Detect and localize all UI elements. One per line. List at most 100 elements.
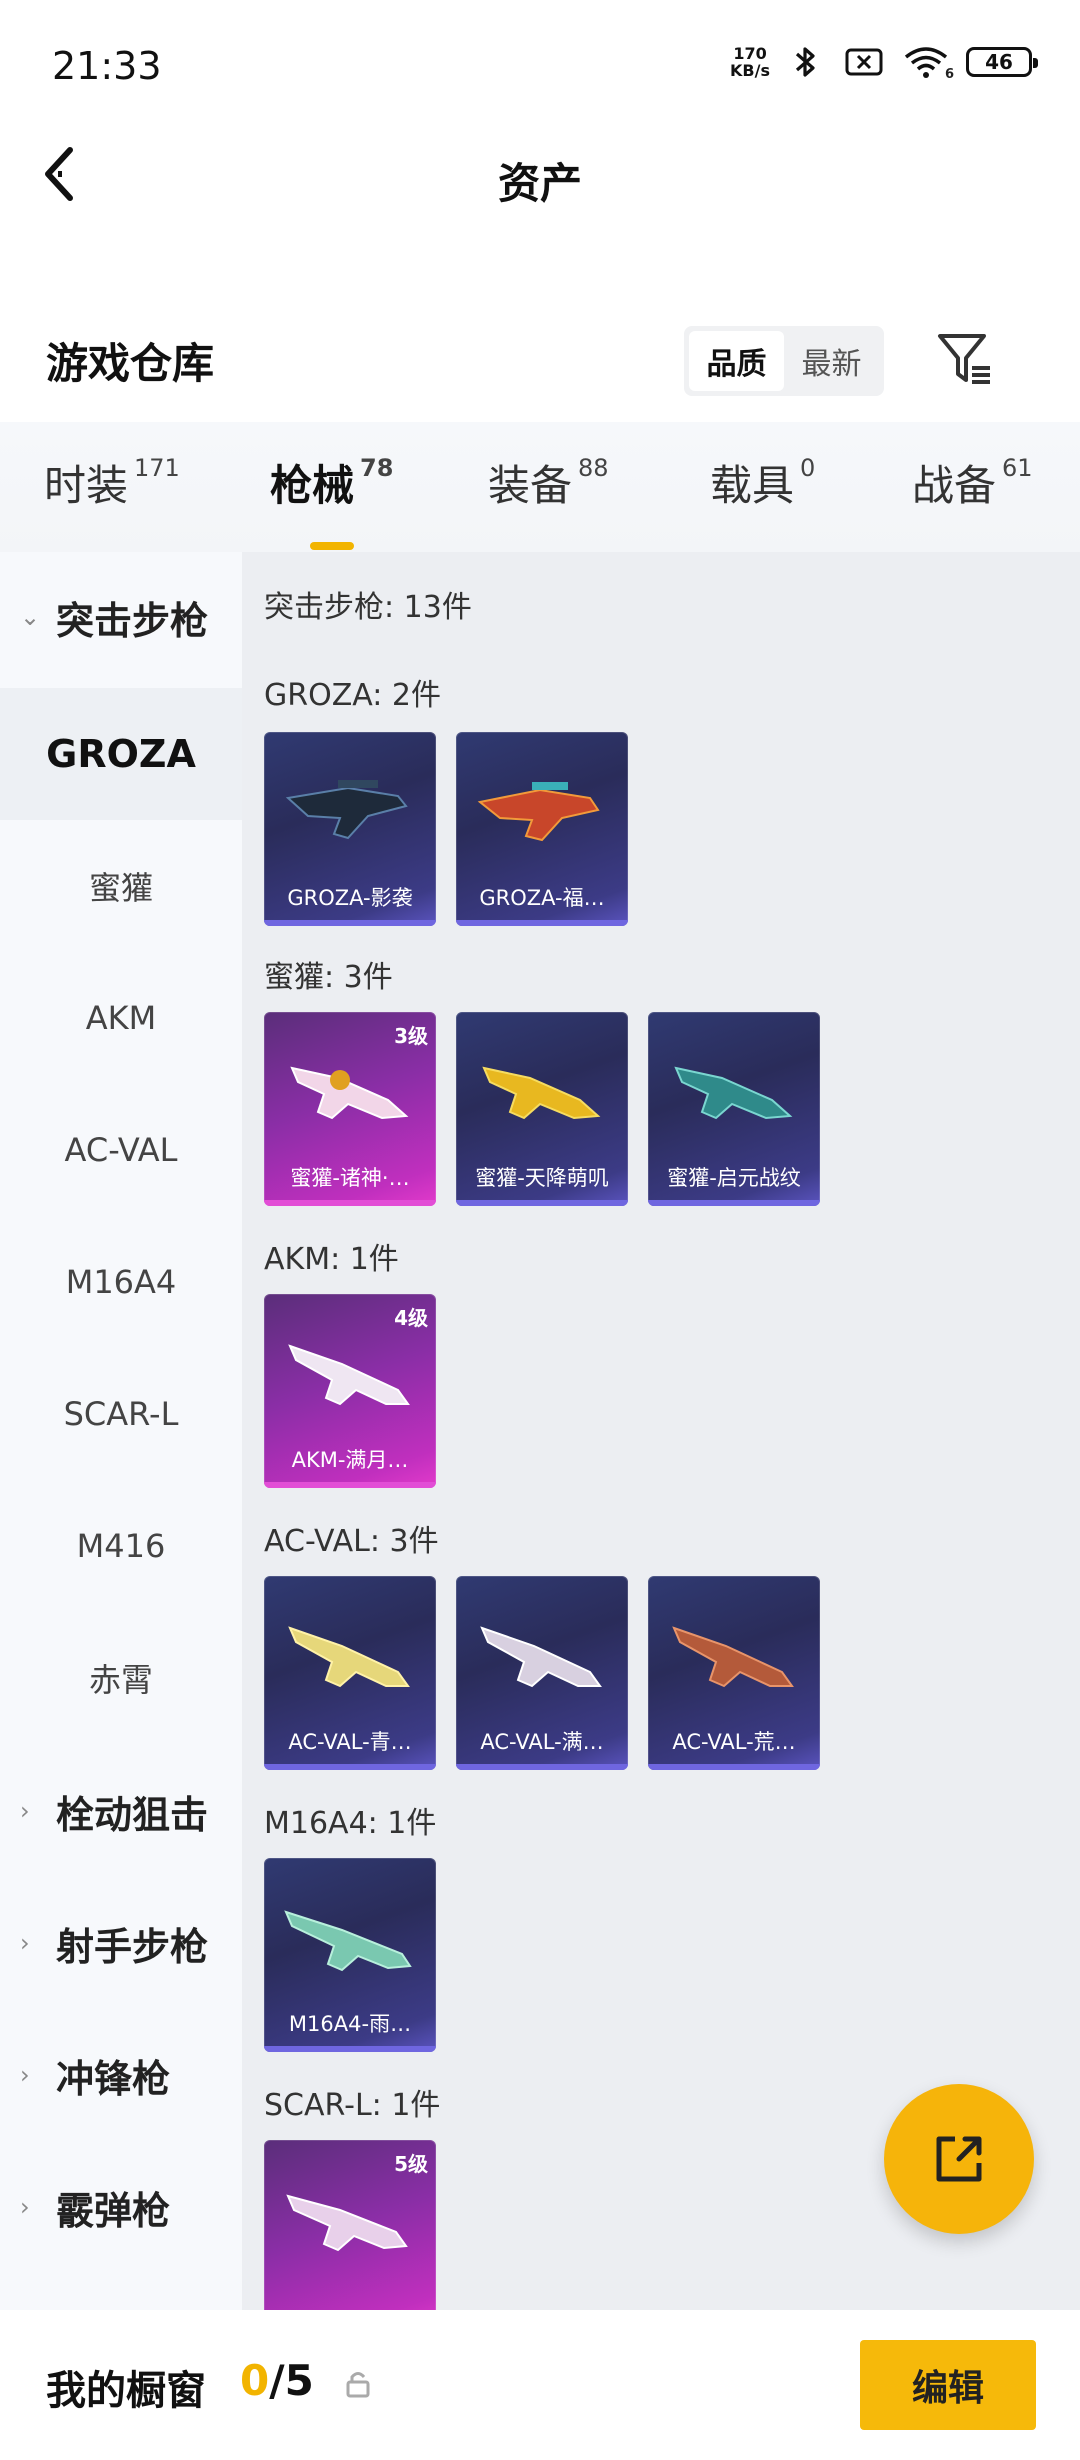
weapon-name: 蜜獾-启元战纹 [667, 1166, 801, 1190]
sidebar-item-honey-badger[interactable]: 蜜獾 [0, 820, 242, 952]
weapon-card[interactable]: AC-VAL-满… [456, 1576, 628, 1770]
sidebar-item-chixiao[interactable]: 赤霄 [0, 1612, 242, 1744]
weapon-card[interactable]: AC-VAL-青… [264, 1576, 436, 1770]
tab-fashion[interactable]: 时装 171 [44, 452, 180, 513]
weapon-image [285, 780, 408, 840]
sidebar-group-label: 霰弹枪 [56, 2188, 171, 2233]
rarity-band [456, 1200, 628, 1206]
weapon-name: AC-VAL-荒… [672, 1730, 796, 1754]
lock-icon [346, 2372, 370, 2398]
weapon-name: AC-VAL-满… [480, 1730, 604, 1754]
tab-label: 载具 [710, 461, 795, 510]
weapon-image [288, 1344, 410, 1406]
share-icon [936, 2136, 982, 2182]
sort-quality-button[interactable]: 品质 [689, 331, 784, 391]
chevron-right-icon: › [20, 2193, 30, 2221]
filter-button[interactable] [934, 328, 998, 392]
sort-latest-button[interactable]: 最新 [784, 331, 879, 391]
tab-count: 78 [360, 454, 394, 482]
weapon-card[interactable]: M16A4-雨… [264, 1858, 436, 2052]
weapon-image [286, 2194, 408, 2252]
bluetooth-icon [784, 44, 828, 80]
rarity-band [264, 1764, 436, 1770]
section-title: AKM: 1件 [264, 1242, 399, 1277]
tab-label: 时装 [44, 461, 129, 510]
category-tabs: 时装 171 枪械 78 装备 88 载具 0 战备 61 [0, 422, 1080, 552]
weapon-image [672, 1626, 794, 1688]
section-title: AC-VAL: 3件 [264, 1524, 439, 1559]
weapon-card[interactable]: GROZA-影袭 [264, 732, 436, 926]
weapon-card[interactable]: 4级 AKM-满月… [264, 1294, 436, 1488]
weapon-sidebar: ⌄ 突击步枪 GROZA 蜜獾 AKM AC-VAL M16A4 SCAR-L … [0, 552, 242, 2310]
share-button[interactable] [884, 2084, 1034, 2234]
rarity-band [264, 920, 436, 926]
weapon-name: AKM-满月… [291, 1448, 409, 1472]
tab-label: 战备 [912, 461, 997, 510]
chevron-right-icon: › [20, 1797, 30, 1825]
rarity-band [264, 1482, 436, 1488]
weapon-image [482, 1066, 601, 1120]
showcase-bar: 我的橱窗 0/5 编辑 [0, 2310, 1080, 2460]
tab-equipment[interactable]: 装备 88 [488, 452, 609, 513]
tab-count: 171 [134, 454, 180, 482]
sidebar-group-label: 突击步枪 [56, 598, 209, 643]
status-icons: 170 KB/s 6 46 [730, 44, 1038, 82]
section-title: M16A4: 1件 [264, 1806, 437, 1841]
tab-label: 枪械 [270, 461, 355, 510]
sidebar-group-shotgun[interactable]: › 霰弹枪 [0, 2142, 242, 2272]
net-speed-unit: KB/s [730, 61, 770, 80]
sidebar-group-label: 射手步枪 [56, 1924, 209, 1969]
battery-icon: 46 [966, 47, 1038, 77]
sidebar-item-groza[interactable]: GROZA [0, 688, 242, 820]
sidebar-item-ac-val[interactable]: AC-VAL [0, 1084, 242, 1216]
edit-button[interactable]: 编辑 [860, 2340, 1036, 2430]
showcase-total: /5 [269, 2356, 314, 2405]
weapon-card[interactable]: 蜜獾-天降萌叽 [456, 1012, 628, 1206]
wifi-number: 6 [944, 67, 954, 82]
section-title: 蜜獾: 3件 [264, 960, 393, 995]
section-title: GROZA: 2件 [264, 678, 441, 713]
rarity-band [264, 2046, 436, 2052]
net-speed: 170 KB/s [730, 45, 770, 79]
sidebar-group-assault-rifles[interactable]: ⌄ 突击步枪 [0, 552, 242, 682]
tab-guns[interactable]: 枪械 78 [270, 452, 394, 550]
wifi-icon: 6 [900, 44, 954, 82]
rarity-band [648, 1200, 820, 1206]
showcase-label: 我的橱窗 [46, 2368, 206, 2414]
weapon-card[interactable]: GROZA-福… [456, 732, 628, 926]
sidebar-group-smg[interactable]: › 冲锋枪 [0, 2010, 242, 2140]
weapon-card[interactable]: 5级 [264, 2140, 436, 2310]
status-time: 21:33 [52, 44, 162, 88]
filter-icon [938, 334, 990, 384]
weapon-image [477, 782, 600, 842]
weapon-image [290, 1066, 409, 1120]
battery-level: 46 [985, 50, 1013, 74]
rarity-band [264, 1200, 436, 1206]
sidebar-group-label: 冲锋枪 [56, 2056, 171, 2101]
sidebar-item-m16a4[interactable]: M16A4 [0, 1216, 242, 1348]
sidebar-group-bolt-action[interactable]: › 栓动狙击 [0, 1746, 242, 1876]
warehouse-title: 游戏仓库 [46, 339, 215, 388]
category-summary: 突击步枪: 13件 [264, 590, 472, 625]
rarity-band [456, 920, 628, 926]
weapon-card[interactable]: 蜜獾-启元战纹 [648, 1012, 820, 1206]
sort-toggle: 品质 最新 [684, 326, 884, 396]
sidebar-group-marksman[interactable]: › 射手步枪 [0, 1878, 242, 2008]
sidebar-item-scar-l[interactable]: SCAR-L [0, 1348, 242, 1480]
weapon-card[interactable]: 3级 蜜獾-诸神·… [264, 1012, 436, 1206]
weapon-name: 蜜獾-诸神·… [290, 1166, 410, 1190]
weapon-name: GROZA-福… [479, 886, 605, 910]
weapon-image [284, 1910, 412, 1972]
tab-count: 88 [578, 454, 609, 482]
sidebar-item-akm[interactable]: AKM [0, 952, 242, 1084]
weapon-content: 突击步枪: 13件 GROZA: 2件 GROZA-影袭 GROZA-福… 蜜獾… [242, 552, 1080, 2310]
weapon-image [674, 1066, 793, 1120]
sidebar-group-label: 栓动狙击 [56, 1792, 209, 1837]
chevron-right-icon: › [20, 1929, 30, 1957]
sidebar-item-m416[interactable]: M416 [0, 1480, 242, 1612]
tab-vehicles[interactable]: 载具 0 [710, 452, 815, 513]
tab-combat-gear[interactable]: 战备 61 [912, 452, 1033, 513]
weapon-image [288, 1626, 410, 1688]
page-title: 资产 [497, 159, 582, 208]
weapon-card[interactable]: AC-VAL-荒… [648, 1576, 820, 1770]
